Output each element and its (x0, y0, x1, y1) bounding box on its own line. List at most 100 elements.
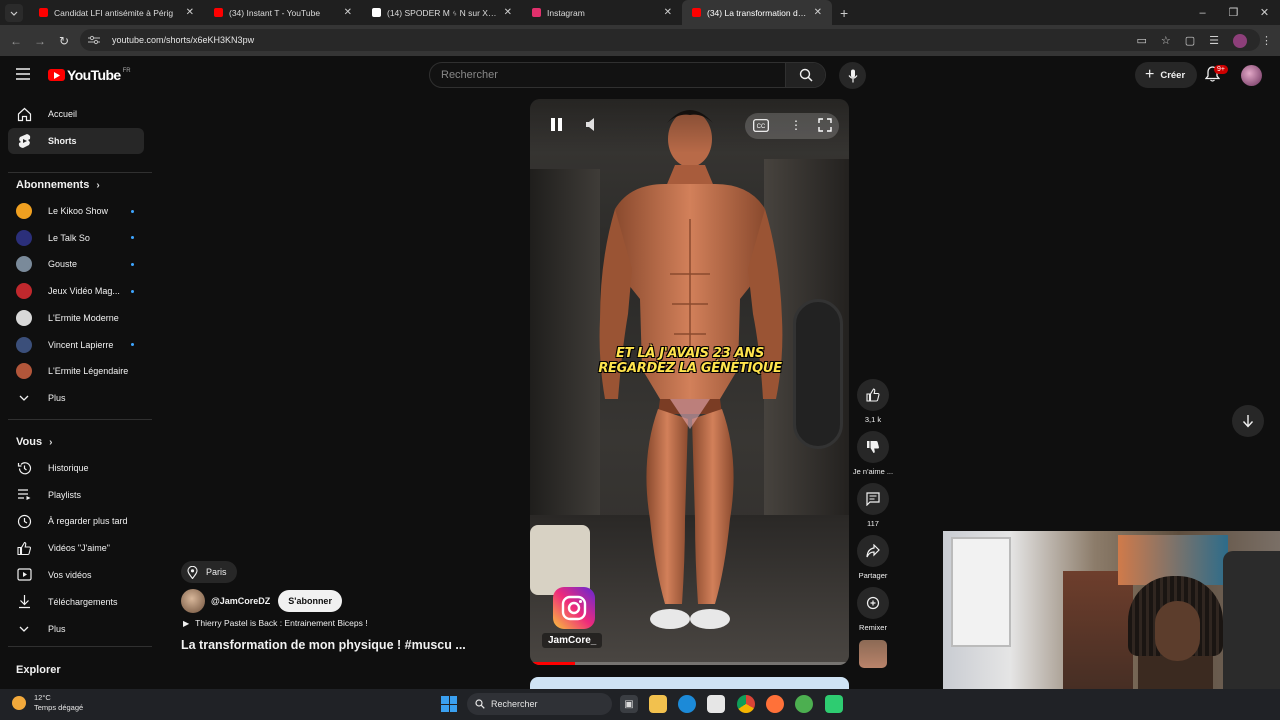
close-window-button[interactable]: ✕ (1249, 6, 1280, 19)
app-icon[interactable] (825, 695, 843, 713)
subscriptions-heading[interactable]: Abonnements › (16, 179, 100, 191)
subscription-channel[interactable]: L'Ermite Légendaire (8, 358, 144, 384)
caption-line-2: REGARDEZ LA GÉNÉTIQUE (598, 361, 782, 376)
edge-browser-icon[interactable] (678, 695, 696, 713)
subscription-channel[interactable]: Le Talk So (8, 225, 144, 251)
svg-text:CC: CC (757, 124, 766, 130)
tab-search-button[interactable] (5, 3, 23, 22)
app-icon[interactable] (795, 695, 813, 713)
windows-start-icon[interactable] (441, 696, 457, 712)
close-tab-icon[interactable]: ✕ (504, 7, 512, 18)
dislike-button[interactable] (857, 431, 889, 463)
channel-avatar (16, 336, 32, 353)
sidebar-item-your-videos[interactable]: Vos vidéos (8, 562, 144, 588)
location-pin-icon (187, 565, 198, 579)
search-input[interactable]: Rechercher (430, 63, 785, 87)
task-view-icon[interactable]: ▣ (620, 695, 638, 713)
volume-icon[interactable] (585, 117, 599, 132)
subscription-channel[interactable]: Le Kikoo Show (8, 198, 144, 224)
browser-tab[interactable]: (34) La transformation de mon ✕ (682, 0, 832, 25)
create-button[interactable]: + Créer (1135, 62, 1198, 88)
new-content-dot (131, 343, 134, 346)
channel-avatar[interactable] (181, 589, 205, 613)
search-box[interactable]: Rechercher (429, 62, 826, 88)
close-tab-icon[interactable]: ✕ (814, 7, 822, 18)
menu-icon[interactable] (16, 68, 30, 80)
subscriptions-more-button[interactable]: Plus (8, 385, 144, 411)
site-info-icon[interactable] (88, 35, 102, 45)
sidebar-item-playlists[interactable]: Playlists (8, 482, 144, 508)
subscription-channel[interactable]: L'Ermite Moderne (8, 305, 144, 331)
microsoft-store-icon[interactable] (707, 695, 725, 713)
sidebar-item-label: Vidéos "J'aime" (48, 543, 110, 554)
linked-video-link[interactable]: ▶ Thierry Pastel is Back : Entrainement … (183, 618, 368, 628)
close-tab-icon[interactable]: ✕ (664, 7, 672, 18)
x-icon (372, 8, 381, 17)
browser-profile-avatar[interactable] (1233, 33, 1247, 48)
sound-thumbnail[interactable] (859, 640, 887, 668)
short-video-player[interactable]: CC ⋮ ET LÀ J'AVAIS 23 ANS REGARDEZ LA GÉ… (530, 99, 849, 665)
video-caption-overlay: ET LÀ J'AVAIS 23 ANS REGARDEZ LA GÉNÉTIQ… (570, 346, 810, 376)
new-tab-button[interactable]: + (840, 5, 848, 21)
chrome-icon[interactable] (737, 695, 755, 713)
subscribe-button[interactable]: S'abonner (278, 590, 342, 612)
browser-tab[interactable]: Instagram ✕ (522, 0, 682, 25)
firefox-icon[interactable] (766, 695, 784, 713)
url-field[interactable]: youtube.com/shorts/x6eKH3KN3pw (80, 29, 1260, 51)
fullscreen-icon[interactable] (818, 118, 832, 132)
remix-button[interactable] (857, 587, 889, 619)
sidebar-item-accueil[interactable]: Accueil (8, 101, 144, 127)
more-options-icon[interactable]: ⋮ (790, 118, 802, 132)
you-more-button[interactable]: Plus (8, 616, 144, 642)
next-short-preview[interactable] (530, 677, 849, 689)
you-heading[interactable]: Vous › (16, 436, 52, 448)
bookmark-star-icon[interactable]: ☆ (1161, 34, 1171, 47)
history-icon (16, 460, 32, 476)
share-button[interactable] (857, 535, 889, 567)
sidebar-item-shorts[interactable]: Shorts (8, 128, 144, 154)
video-progress-bar[interactable] (530, 662, 849, 665)
comments-action[interactable]: 117 (857, 483, 889, 528)
search-button[interactable] (785, 63, 825, 87)
subscription-channel[interactable]: Jeux Vidéo Mag... (8, 278, 144, 304)
sidebar-item-downloads[interactable]: Téléchargements (8, 589, 144, 615)
pause-icon[interactable] (550, 117, 563, 132)
sidebar-item-history[interactable]: Historique (8, 455, 144, 481)
maximize-button[interactable]: ❐ (1218, 6, 1249, 19)
file-explorer-icon[interactable] (649, 695, 667, 713)
taskbar-search[interactable]: Rechercher (467, 693, 612, 715)
close-tab-icon[interactable]: ✕ (344, 7, 352, 18)
dislike-action[interactable]: Je n'aime ... (853, 431, 893, 476)
youtube-logo[interactable]: YouTube FR (48, 67, 131, 83)
extensions-icon[interactable]: ▢ (1185, 34, 1195, 47)
browser-tab[interactable]: Candidat LFI antisémite à Périg ✕ (29, 0, 204, 25)
browser-tab[interactable]: (34) Instant T - YouTube ✕ (204, 0, 362, 25)
voice-search-button[interactable] (839, 62, 866, 89)
channel-name[interactable]: @JamCoreDZ (211, 596, 270, 606)
tab-groups-icon[interactable]: ☰ (1209, 34, 1219, 47)
captions-icon[interactable]: CC (753, 119, 769, 132)
comments-button[interactable] (857, 483, 889, 515)
back-button[interactable]: ← (4, 29, 28, 53)
remix-action[interactable]: Remixer (857, 587, 889, 632)
next-short-button[interactable] (1232, 405, 1264, 437)
minimize-button[interactable]: – (1187, 7, 1218, 19)
like-action[interactable]: 3,1 k (857, 379, 889, 424)
close-tab-icon[interactable]: ✕ (186, 7, 194, 18)
browser-tab[interactable]: (14) SPODER M ᛃ N sur X : "C' ✕ (362, 0, 522, 25)
like-button[interactable] (857, 379, 889, 411)
short-title[interactable]: La transformation de mon physique ! #mus… (181, 638, 466, 652)
reload-button[interactable]: ↻ (52, 29, 76, 53)
sidebar-item-liked-videos[interactable]: Vidéos "J'aime" (8, 535, 144, 561)
dislike-label: Je n'aime ... (852, 467, 894, 476)
subscription-channel[interactable]: Vincent Lapierre (8, 332, 144, 358)
forward-button[interactable]: → (28, 29, 52, 53)
account-avatar[interactable] (1241, 65, 1262, 86)
sidebar-item-watch-later[interactable]: À regarder plus tard (8, 508, 144, 534)
weather-widget[interactable]: 12°C Temps dégagé (12, 693, 83, 713)
location-chip[interactable]: Paris (181, 561, 237, 583)
cast-icon[interactable]: ▭ (1136, 34, 1146, 47)
subscription-channel[interactable]: Gouste (8, 251, 144, 277)
browser-menu-icon[interactable]: ⋮ (1261, 34, 1272, 47)
share-action[interactable]: Partager (857, 535, 889, 580)
